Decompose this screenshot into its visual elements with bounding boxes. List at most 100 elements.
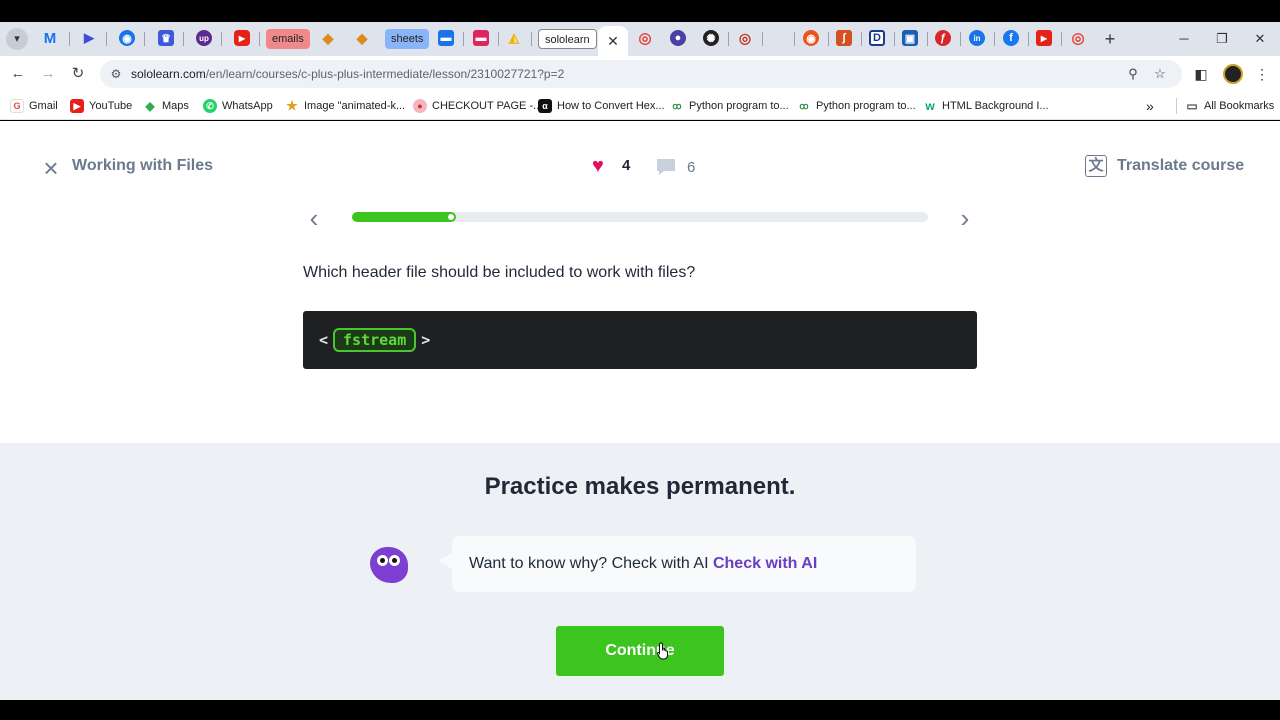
tab-play-icon[interactable]: ▶ [81, 30, 97, 46]
side-panel-icon[interactable]: ◧ [1191, 64, 1211, 84]
tab-facebook-icon[interactable]: f [1003, 30, 1019, 46]
tab-search-button[interactable]: ▾ [6, 28, 28, 50]
tab-separator [794, 32, 795, 46]
bookmark-label: HTML Background I... [942, 100, 1049, 112]
bookmark-checkout[interactable]: ● CHECKOUT PAGE -... [413, 98, 542, 114]
bookmark-youtube[interactable]: ▶ YouTube [70, 98, 132, 114]
tab-circle-icon[interactable]: ◉ [119, 30, 135, 46]
code-close-bracket: > [421, 331, 431, 349]
bookmark-gmail[interactable]: G Gmail [10, 98, 58, 114]
close-lesson-icon[interactable]: × [40, 155, 62, 181]
tab-target-icon[interactable]: ◎ [737, 30, 753, 46]
bookmark-maps[interactable]: ◆ Maps [143, 98, 189, 114]
answer-blank[interactable]: fstream [333, 328, 417, 352]
next-arrow-icon[interactable]: › [955, 205, 975, 231]
zoom-icon[interactable]: ⚲ [1125, 66, 1141, 82]
url-path: /en/learn/courses/c-plus-plus-intermedia… [205, 67, 565, 81]
bookmark-label: Python program to... [816, 100, 916, 112]
google-icon: G [10, 99, 24, 113]
whatsapp-icon: ✆ [203, 99, 217, 113]
tab-separator [69, 32, 70, 46]
mascot-pupil [380, 558, 385, 563]
new-tab-button[interactable]: + [1100, 28, 1120, 50]
question-text: Which header file should be included to … [303, 264, 696, 281]
tab-upwork-icon[interactable]: up [196, 30, 212, 46]
prev-arrow-icon[interactable]: ‹ [304, 205, 324, 231]
bookmark-label: WhatsApp [222, 100, 273, 112]
tab-separator [463, 32, 464, 46]
reload-button[interactable]: ↻ [67, 63, 89, 85]
tab-spiral-icon[interactable]: ◎ [637, 30, 653, 47]
bookmark-python-2[interactable]: ꝏ Python program to... [797, 98, 916, 114]
tab-close-icon[interactable]: ✕ [598, 26, 628, 56]
tab-pin-icon-2[interactable]: ◆ [354, 30, 370, 46]
tab-pin-icon[interactable]: ◆ [320, 30, 336, 46]
tab-orange-icon[interactable]: ◉ [803, 30, 819, 46]
bookmark-hex[interactable]: α How to Convert Hex... [538, 98, 665, 114]
tab-d-icon[interactable]: D [869, 30, 885, 46]
lesson-page: × Working with Files ♥ 4 6 文 Translate c… [0, 121, 1280, 700]
url-text[interactable]: sololearn.com/en/learn/courses/c-plus-pl… [131, 67, 564, 81]
hearts-counter: ♥ 4 [592, 154, 631, 177]
tab-separator [994, 32, 995, 46]
lesson-progress-bar [352, 212, 928, 222]
tab-youtube-icon[interactable]: ▶ [234, 30, 250, 46]
check-with-ai-link[interactable]: Check with AI [713, 555, 817, 572]
maps-pin-icon: ◆ [145, 99, 155, 113]
tab-sololearn[interactable]: sololearn [538, 29, 597, 49]
forward-button[interactable]: → [37, 63, 59, 85]
tab-chatgpt-icon[interactable]: ✺ [703, 30, 719, 46]
site-settings-icon[interactable]: ⚙ [108, 66, 124, 82]
bookmark-python-1[interactable]: ꝏ Python program to... [670, 98, 788, 114]
all-bookmarks-label: All Bookmarks [1204, 100, 1275, 112]
tab-red-icon[interactable]: ▬ [473, 30, 489, 46]
tab-drive-icon[interactable]: ◭ [506, 30, 522, 46]
tab-separator [927, 32, 928, 46]
back-button[interactable]: ← [7, 63, 29, 85]
tab-separator [144, 32, 145, 46]
tab-s-icon[interactable]: ʃ [836, 30, 852, 46]
tab-separator [183, 32, 184, 46]
bookmark-star-icon[interactable]: ☆ [1152, 66, 1168, 82]
bookmark-html-bg[interactable]: w HTML Background I... [923, 98, 1049, 114]
comments-count: 6 [687, 158, 696, 176]
tab-separator [1061, 32, 1062, 46]
tab-separator [259, 32, 260, 46]
tab-sheets[interactable]: sheets [385, 29, 430, 49]
window-close-button[interactable]: ✕ [1248, 28, 1272, 50]
youtube-icon: ▶ [70, 99, 84, 113]
bookmarks-overflow-chevron-icon[interactable]: » [1146, 98, 1154, 114]
comments-button[interactable]: 6 [655, 157, 695, 177]
bookmark-whatsapp[interactable]: ✆ WhatsApp [203, 98, 273, 114]
tab-globe-icon[interactable]: ● [670, 30, 686, 46]
continue-button[interactable]: Continue [556, 626, 724, 676]
tab-separator [1028, 32, 1029, 46]
tab-separator [762, 32, 763, 46]
tab-linkedin-icon[interactable]: in [969, 30, 985, 46]
profile-avatar[interactable] [1223, 64, 1243, 84]
tab-youtube-icon-2[interactable]: ▶ [1036, 30, 1052, 46]
tab-f-icon[interactable]: ƒ [935, 30, 951, 46]
bookmark-image[interactable]: ★ Image "animated-k... [285, 98, 405, 114]
tab-square-icon[interactable]: ▣ [902, 30, 918, 46]
address-bar[interactable]: ⚙ sololearn.com/en/learn/courses/c-plus-… [100, 60, 1182, 88]
hearts-count: 4 [622, 157, 631, 174]
tab-crown-icon[interactable]: ♛ [158, 30, 174, 46]
translate-course-button[interactable]: 文 Translate course [1085, 155, 1244, 177]
folder-icon: ▭ [1186, 99, 1198, 113]
tab-spiral-icon-2[interactable]: ◎ [1070, 30, 1086, 47]
tab-strip: ▾ M ▶ ◉ ♛ up ▶ emails ◆ ◆ sheets ▬ ▬ ◭ s… [0, 22, 1280, 56]
minimize-button[interactable]: ─ [1172, 28, 1196, 50]
tab-m-icon[interactable]: M [42, 30, 58, 47]
screen: ▾ M ▶ ◉ ♛ up ▶ emails ◆ ◆ sheets ▬ ▬ ◭ s… [0, 0, 1280, 720]
all-bookmarks[interactable]: ▭ All Bookmarks [1176, 98, 1274, 114]
gfg-icon: ꝏ [799, 100, 809, 111]
restore-button[interactable]: ❐ [1210, 28, 1234, 50]
tab-docs-icon[interactable]: ▬ [438, 30, 454, 46]
tab-separator [861, 32, 862, 46]
heart-icon: ♥ [592, 154, 604, 177]
bookmark-label: Maps [162, 100, 189, 112]
menu-kebab-icon[interactable]: ⋮ [1252, 64, 1272, 84]
alpha-icon: α [538, 99, 552, 113]
tab-emails[interactable]: emails [266, 29, 310, 49]
